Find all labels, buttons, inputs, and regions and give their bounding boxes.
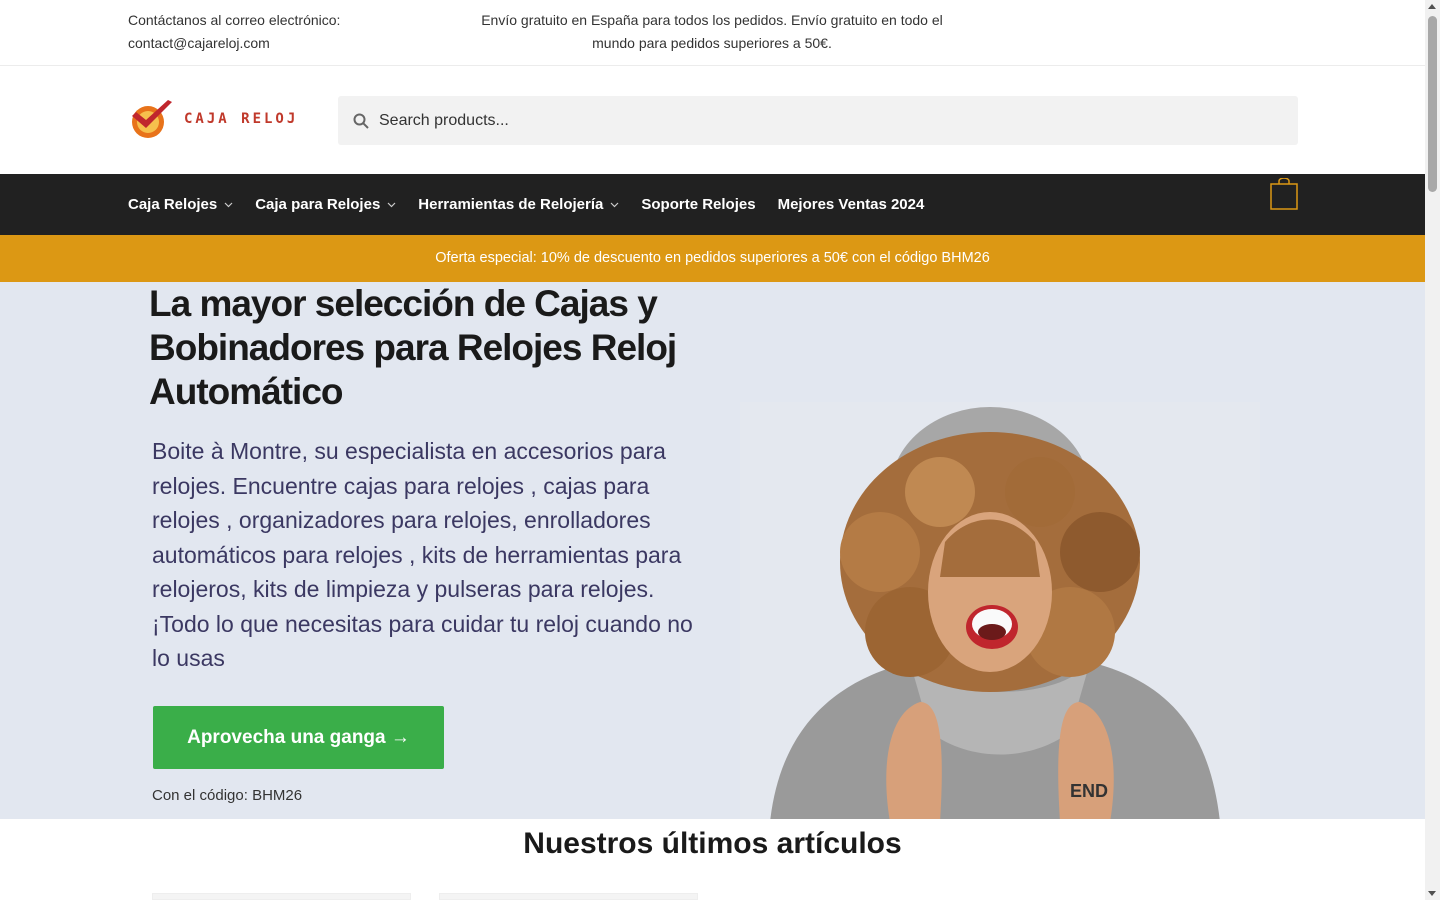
shopping-bag-icon[interactable] [1270, 178, 1298, 210]
article-card[interactable] [439, 893, 698, 900]
contact-label: Contáctanos al correo electrónico: [128, 12, 341, 28]
vertical-scrollbar[interactable] [1425, 0, 1440, 900]
page: Contáctanos al correo electrónico: conta… [0, 0, 1425, 900]
chevron-down-icon [610, 202, 619, 208]
bargain-cta-button[interactable]: Aprovecha una ganga → [153, 706, 444, 769]
coupon-code-note: Con el código: BHM26 [152, 787, 303, 804]
search-input[interactable] [379, 96, 1298, 145]
nav-item-caja-relojes[interactable]: Caja Relojes [128, 196, 233, 213]
nav-item-mejores-ventas[interactable]: Mejores Ventas 2024 [778, 196, 925, 213]
chevron-down-icon [387, 202, 396, 208]
nav-item-label: Herramientas de Relojería [418, 196, 604, 213]
promo-banner: Oferta especial: 10% de descuento en ped… [0, 235, 1425, 282]
scrollbar-thumb[interactable] [1428, 16, 1437, 192]
hero-woman-photo: END [740, 402, 1260, 819]
article-card[interactable] [152, 893, 411, 900]
contact-email-link[interactable]: contact@cajareloj.com [128, 32, 388, 55]
product-search[interactable] [338, 96, 1298, 145]
scroll-down-arrow-icon[interactable] [1428, 891, 1436, 896]
nav-item-label: Soporte Relojes [641, 196, 756, 213]
nav-item-caja-para-relojes[interactable]: Caja para Relojes [255, 196, 396, 213]
site-logo[interactable]: CAJA RELOJ [128, 98, 298, 140]
hero-description: Boite à Montre, su especialista en acces… [152, 438, 693, 671]
top-info-bar: Contáctanos al correo electrónico: conta… [0, 0, 1425, 66]
chevron-down-icon [224, 202, 233, 208]
shipping-notice: Envío gratuito en España para todos los … [481, 12, 943, 51]
hero-title: La mayor selección de Cajas y Bobinadore… [149, 283, 677, 412]
nav-item-herramientas[interactable]: Herramientas de Relojería [418, 196, 619, 213]
latest-articles-heading: Nuestros últimos artículos [523, 827, 902, 860]
logo-text: CAJA RELOJ [184, 111, 299, 127]
nav-item-label: Caja Relojes [128, 196, 218, 213]
nav-item-label: Caja para Relojes [255, 196, 381, 213]
logo-check-icon [132, 100, 172, 138]
svg-text:END: END [1070, 781, 1108, 801]
nav-item-soporte-relojes[interactable]: Soporte Relojes [641, 196, 755, 213]
main-navigation: Caja Relojes Caja para Relojes Herramien… [0, 174, 1425, 235]
contact-info: Contáctanos al correo electrónico: conta… [128, 9, 388, 55]
search-icon[interactable] [353, 113, 369, 129]
nav-item-label: Mejores Ventas 2024 [777, 196, 925, 213]
hero-section: La mayor selección de Cajas y Bobinadore… [0, 282, 1425, 819]
scroll-up-arrow-icon[interactable] [1428, 4, 1436, 9]
